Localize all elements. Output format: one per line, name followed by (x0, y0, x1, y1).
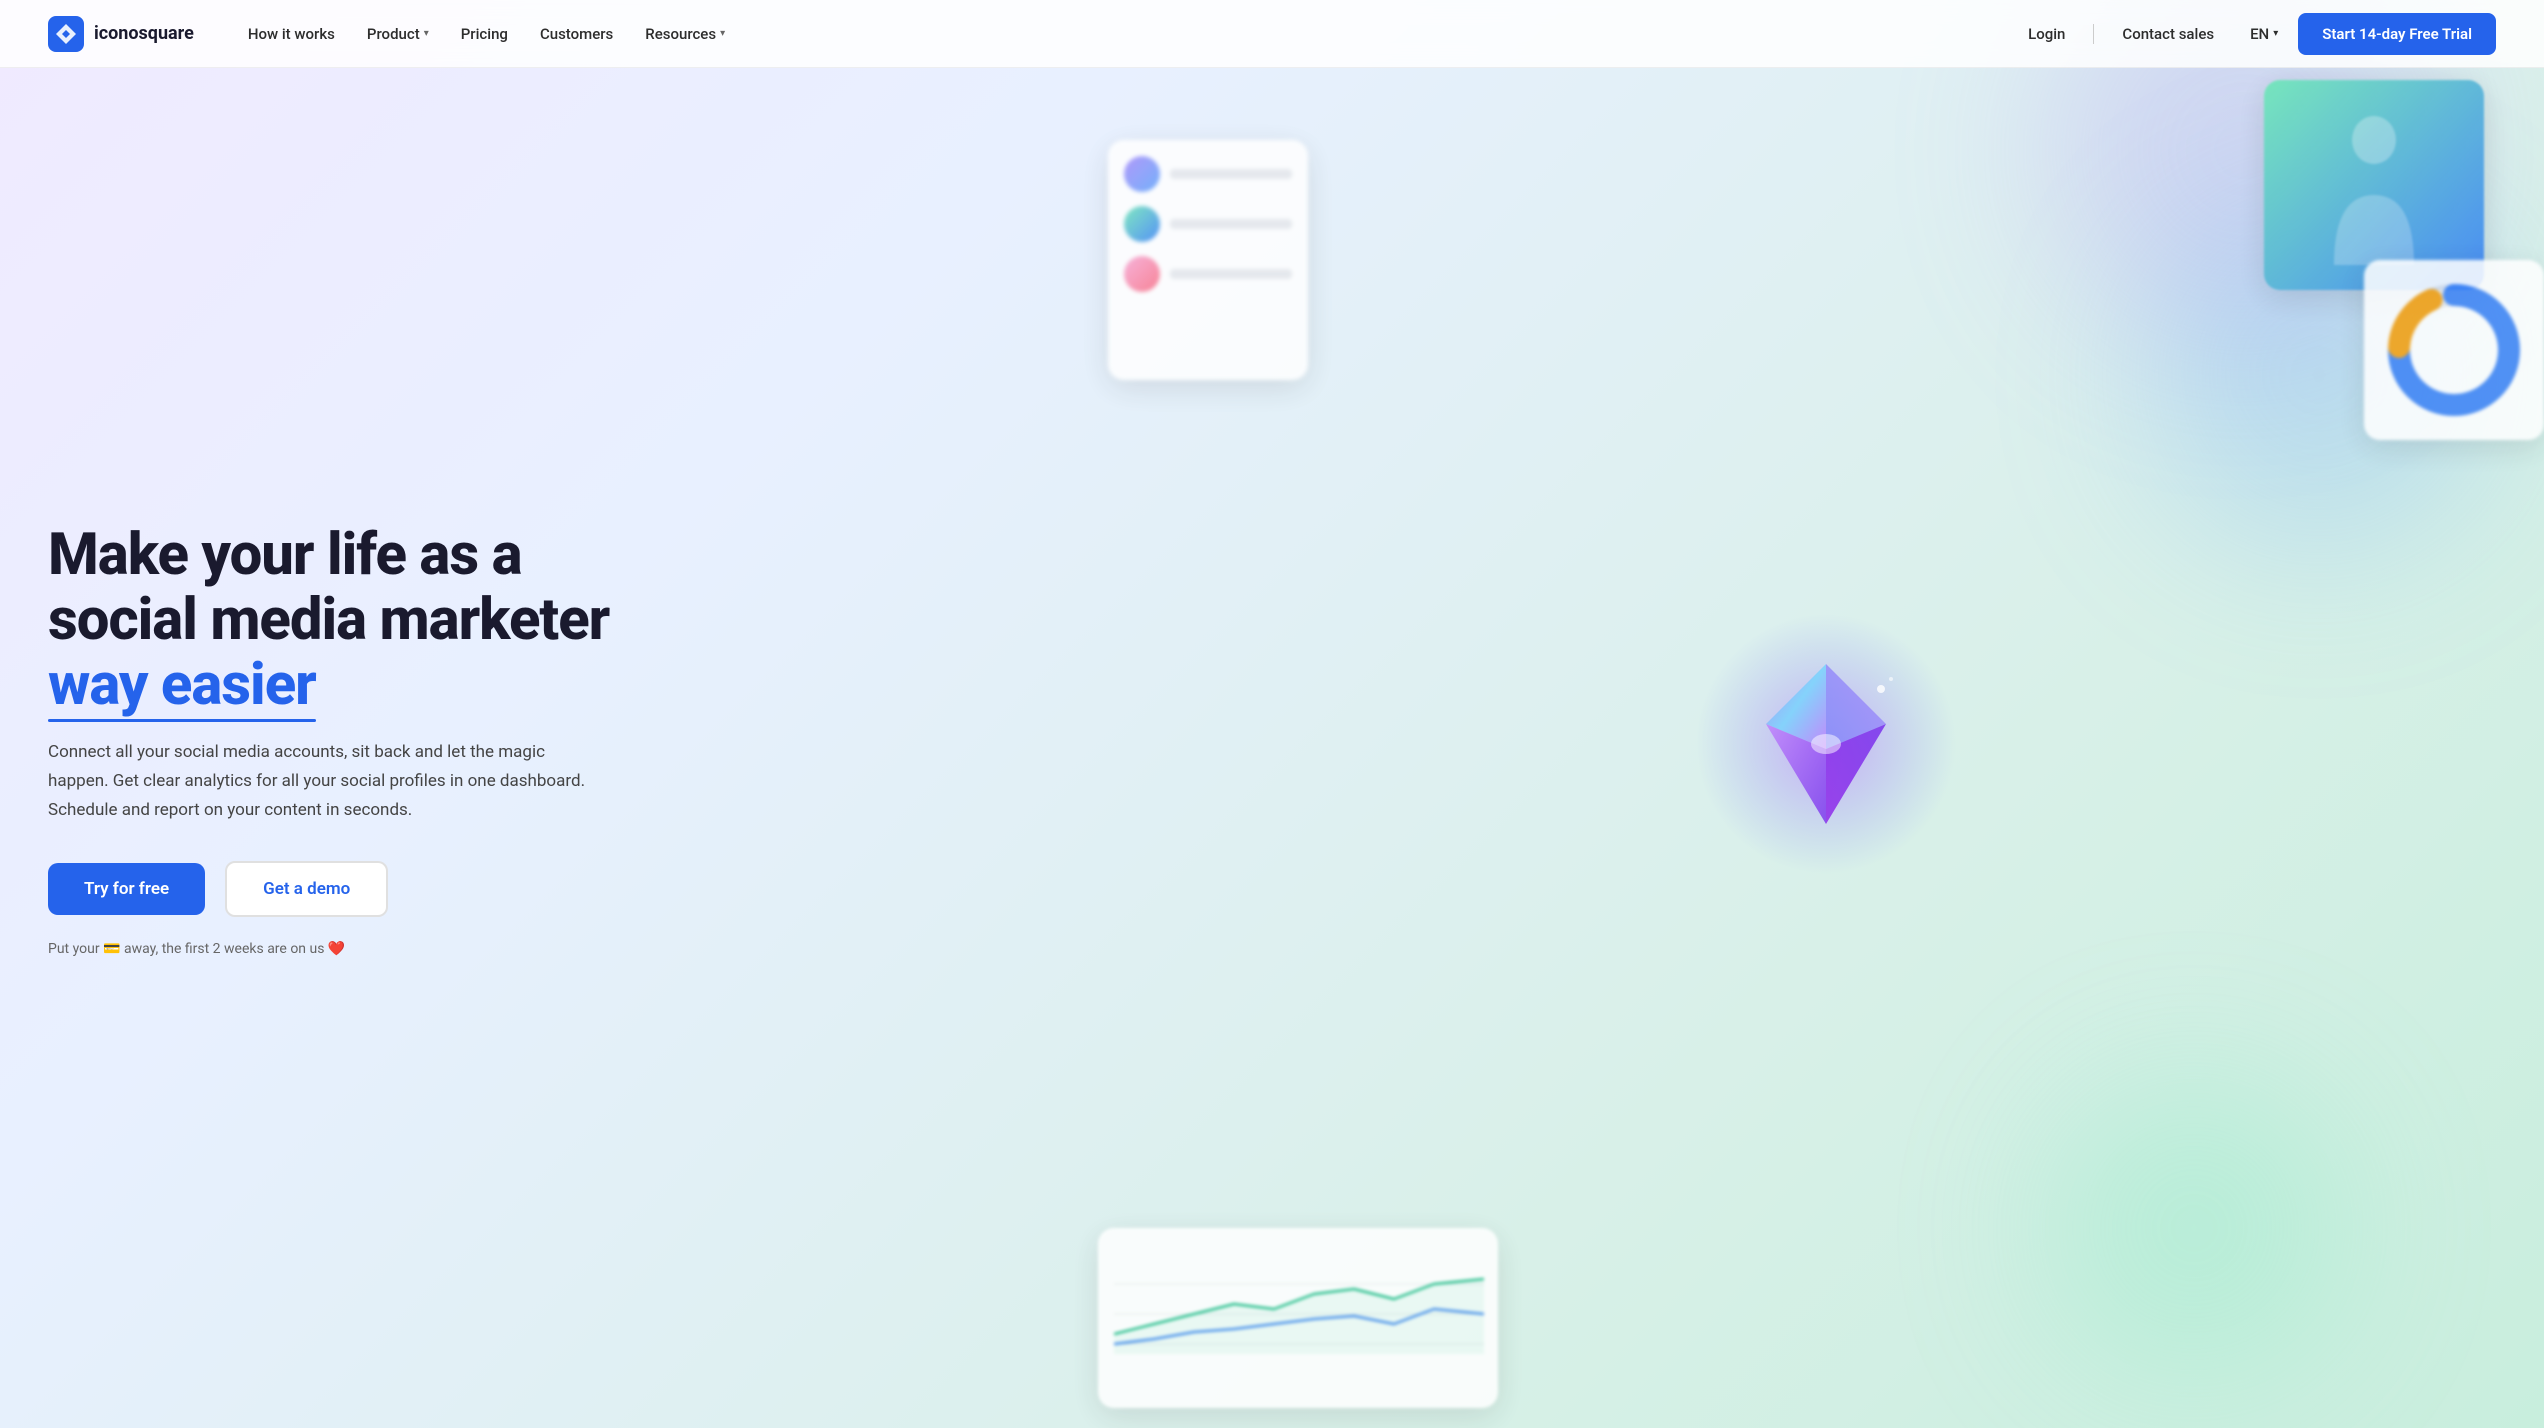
chart-card (1098, 1228, 1498, 1408)
nav-divider (2093, 24, 2094, 44)
line-chart (1114, 1244, 1484, 1364)
nav-pricing[interactable]: Pricing (447, 17, 522, 51)
nav-how-it-works[interactable]: How it works (234, 17, 349, 51)
blob-blue (2144, 200, 2494, 550)
person-silhouette (2314, 105, 2434, 265)
login-link[interactable]: Login (2012, 17, 2081, 51)
hero-buttons: Try for free Get a demo (48, 861, 609, 917)
profile-row-2 (1124, 206, 1292, 242)
blob-green (2044, 1078, 2344, 1378)
hero-description: Connect all your social media accounts, … (48, 738, 608, 825)
navbar: iconosquare How it works Product ▾ Prici… (0, 0, 2544, 68)
hero-note: Put your 💳 away, the first 2 weeks are o… (48, 941, 609, 957)
profile-line-1 (1170, 169, 1292, 179)
profile-row-3 (1124, 256, 1292, 292)
hero-section: Make your life as a social media markete… (0, 0, 2544, 1428)
nav-resources[interactable]: Resources ▾ (631, 17, 739, 51)
nav-right: Login Contact sales EN ▾ Start 14-day Fr… (2012, 13, 2496, 55)
logo-icon (48, 16, 84, 52)
donut-card (2364, 260, 2544, 440)
image-card (2264, 80, 2484, 290)
center-logo-svg (1686, 604, 1966, 884)
lang-chevron-icon: ▾ (2273, 28, 2278, 39)
language-selector[interactable]: EN ▾ (2238, 17, 2290, 51)
hero-visual (1088, 60, 2544, 1428)
avatar-3 (1124, 256, 1160, 292)
profile-line-2 (1170, 219, 1292, 229)
center-logo (1686, 604, 1966, 884)
contact-sales-link[interactable]: Contact sales (2106, 17, 2230, 51)
product-chevron-icon: ▾ (424, 28, 429, 39)
profile-row-1 (1124, 156, 1292, 192)
logo-link[interactable]: iconosquare (48, 16, 194, 52)
profile-line-3 (1170, 269, 1292, 279)
donut-chart (2384, 280, 2524, 420)
profiles-card (1108, 140, 1308, 380)
avatar-2 (1124, 206, 1160, 242)
hero-title-highlight: way easier (48, 653, 316, 718)
resources-chevron-icon: ▾ (720, 28, 725, 39)
nav-links: How it works Product ▾ Pricing Customers… (234, 17, 2012, 51)
try-for-free-button[interactable]: Try for free (48, 863, 205, 915)
get-demo-button[interactable]: Get a demo (225, 861, 388, 917)
avatar-1 (1124, 156, 1160, 192)
start-trial-button[interactable]: Start 14-day Free Trial (2298, 13, 2496, 55)
logo-text: iconosquare (94, 23, 194, 44)
hero-content: Make your life as a social media markete… (48, 523, 609, 957)
nav-product[interactable]: Product ▾ (353, 17, 443, 51)
hero-title: Make your life as a social media markete… (48, 523, 609, 718)
nav-customers[interactable]: Customers (526, 17, 627, 51)
